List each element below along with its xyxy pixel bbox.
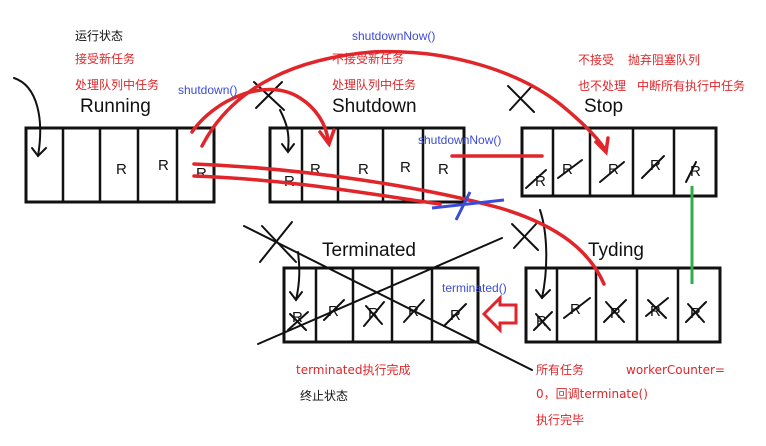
- state-title-shutdown: Shutdown: [332, 96, 417, 117]
- queue-running: R R R: [24, 126, 216, 204]
- cell-shutdown-5: R: [438, 161, 449, 178]
- note-terminated-done: terminated执行完成: [296, 362, 411, 377]
- note-running-process: 处理队列中任务: [75, 77, 159, 92]
- cell-stop-2: R: [562, 161, 573, 178]
- thread-pool-state-diagram: 运行状态 接受新任务 处理队列中任务 不接受新任务 处理队列中任务 不接受 抛弃…: [13, 29, 745, 427]
- note-terminated-final: 终止状态: [300, 388, 348, 403]
- cell-running-4: R: [158, 157, 169, 174]
- note-tyding-all-tasks: 所有任务: [536, 362, 584, 377]
- transition-running-to-terminated-blocked: [192, 174, 442, 206]
- state-title-running: Running: [80, 96, 151, 117]
- state-title-terminated: Terminated: [322, 240, 416, 261]
- note-shutdown-process: 处理队列中任务: [332, 77, 416, 92]
- note-stop-no-accept: 不接受: [578, 52, 614, 67]
- label-shutdown-now-mid: shutdownNow(): [418, 133, 501, 147]
- note-running-accept: 接受新任务: [75, 51, 135, 66]
- cell-shutdown-4: R: [400, 159, 411, 176]
- state-title-tyding: Tyding: [588, 240, 644, 261]
- cell-running-5: R: [196, 165, 207, 182]
- cell-running-3: R: [116, 161, 127, 178]
- transition-running-to-shutdown: [190, 87, 330, 142]
- note-running-state: 运行状态: [75, 29, 123, 43]
- note-stop-interrupt: 中断所有执行中任务: [637, 78, 745, 93]
- note-stop-no-process: 也不处理: [578, 79, 626, 93]
- note-tyding-done: 执行完毕: [536, 412, 584, 427]
- note-tyding-worker-counter: workerCounter=: [626, 363, 725, 377]
- label-shutdown-call: shutdown(): [178, 83, 237, 97]
- terminated-entry-arrow: [295, 251, 301, 301]
- label-shutdown-now-top: shutdownNow(): [352, 29, 435, 43]
- cell-shutdown-3: R: [358, 161, 369, 178]
- label-terminated-call: terminated(): [442, 281, 507, 295]
- note-tyding-callback: 0，回调terminate(): [536, 387, 648, 401]
- queue-stop: R R R R R: [520, 126, 718, 198]
- state-title-stop: Stop: [584, 96, 623, 117]
- transition-tyding-to-terminated-arrow: [481, 294, 518, 334]
- note-stop-discard: 抛弃阻塞队列: [628, 52, 700, 67]
